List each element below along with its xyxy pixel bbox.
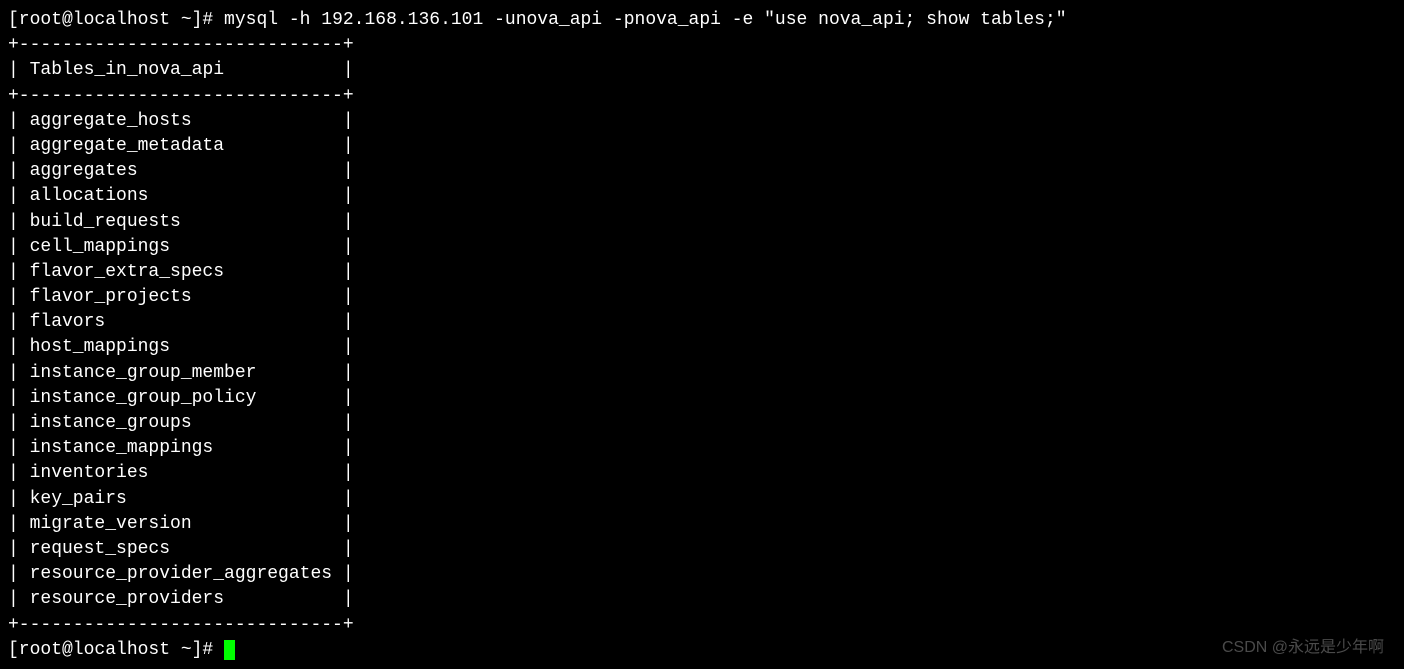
terminal-cursor xyxy=(224,640,235,660)
shell-prompt: [root@localhost ~]# xyxy=(8,10,224,30)
table-border-mid: +------------------------------+ xyxy=(8,84,1396,109)
table-row: | request_specs | xyxy=(8,537,1396,562)
command-line-1: [root@localhost ~]# mysql -h 192.168.136… xyxy=(8,8,1396,33)
table-row: | host_mappings | xyxy=(8,335,1396,360)
table-row: | instance_mappings | xyxy=(8,436,1396,461)
table-row: | instance_group_member | xyxy=(8,361,1396,386)
table-row: | allocations | xyxy=(8,184,1396,209)
typed-command: mysql -h 192.168.136.101 -unova_api -pno… xyxy=(224,10,1067,30)
table-header-row: | Tables_in_nova_api | xyxy=(8,58,1396,83)
command-line-2[interactable]: [root@localhost ~]# xyxy=(8,638,1396,663)
table-row: | resource_providers | xyxy=(8,587,1396,612)
table-row: | instance_groups | xyxy=(8,411,1396,436)
table-row: | instance_group_policy | xyxy=(8,386,1396,411)
table-row: | aggregate_metadata | xyxy=(8,134,1396,159)
table-border-top: +------------------------------+ xyxy=(8,33,1396,58)
table-row: | cell_mappings | xyxy=(8,235,1396,260)
table-row: | key_pairs | xyxy=(8,487,1396,512)
table-row: | aggregates | xyxy=(8,159,1396,184)
table-border-bottom: +------------------------------+ xyxy=(8,613,1396,638)
table-body: | aggregate_hosts || aggregate_metadata … xyxy=(8,109,1396,613)
table-row: | aggregate_hosts | xyxy=(8,109,1396,134)
table-row: | build_requests | xyxy=(8,210,1396,235)
table-row: | migrate_version | xyxy=(8,512,1396,537)
table-row: | flavors | xyxy=(8,310,1396,335)
table-header-label: Tables_in_nova_api xyxy=(30,60,224,80)
table-row: | resource_provider_aggregates | xyxy=(8,562,1396,587)
table-row: | flavor_projects | xyxy=(8,285,1396,310)
table-row: | flavor_extra_specs | xyxy=(8,260,1396,285)
shell-prompt: [root@localhost ~]# xyxy=(8,640,224,660)
table-row: | inventories | xyxy=(8,461,1396,486)
watermark: CSDN @永远是少年啊 xyxy=(1222,637,1384,659)
